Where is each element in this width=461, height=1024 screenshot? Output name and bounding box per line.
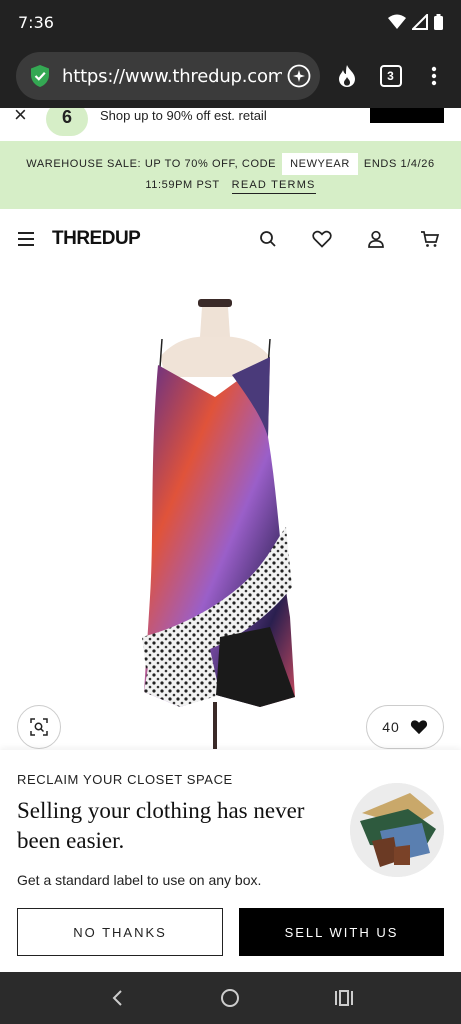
- product-image-area: 40: [0, 269, 461, 750]
- product-image[interactable]: [120, 297, 320, 749]
- cart-icon[interactable]: [417, 226, 443, 252]
- tab-count: 3: [379, 65, 402, 87]
- sale-time: 11:59PM PST: [145, 179, 220, 191]
- screen: 7:36 https://www.thredup.com/p 3 × 6 Sho…: [0, 0, 461, 1024]
- heart-icon[interactable]: [309, 226, 335, 252]
- top-promo-bar: × 6 Shop up to 90% off est. retail: [0, 108, 461, 141]
- sheet-heading: Selling your clothing has never been eas…: [17, 798, 305, 853]
- status-icons: [388, 14, 443, 30]
- recents-icon[interactable]: [329, 983, 359, 1013]
- sale-banner: WAREHOUSE SALE: UP TO 70% OFF, CODE NEWY…: [0, 141, 461, 209]
- wifi-icon: [388, 14, 406, 29]
- search-icon[interactable]: [255, 226, 281, 252]
- favorite-count: 40: [382, 719, 400, 735]
- visual-search-button[interactable]: [17, 705, 61, 749]
- account-icon[interactable]: [363, 226, 389, 252]
- sale-line: 11:59PM PST READ TERMS: [0, 179, 461, 194]
- sale-prefix: WAREHOUSE SALE: UP TO 70% OFF, CODE: [26, 158, 277, 170]
- assistant-icon[interactable]: [286, 63, 312, 89]
- url-text: https://www.thredup.com/p: [62, 65, 282, 87]
- sell-with-us-button[interactable]: SELL WITH US: [239, 908, 444, 956]
- tab-switcher-button[interactable]: 3: [374, 56, 408, 96]
- signal-icon: [412, 14, 428, 30]
- back-icon[interactable]: [102, 983, 132, 1013]
- sale-line: WAREHOUSE SALE: UP TO 70% OFF, CODE NEWY…: [0, 152, 461, 176]
- browser-toolbar: https://www.thredup.com/p 3: [0, 44, 461, 108]
- site-logo[interactable]: THREDUP: [52, 228, 141, 250]
- promo-code: NEWYEAR: [282, 153, 358, 175]
- sheet-kicker: RECLAIM YOUR CLOSET SPACE: [17, 772, 233, 787]
- status-bar: 7:36: [0, 0, 461, 44]
- clothing-pile-image: [350, 783, 444, 877]
- status-time: 7:36: [18, 12, 54, 32]
- overflow-menu-icon[interactable]: [417, 56, 451, 96]
- close-icon[interactable]: ×: [14, 108, 27, 128]
- home-icon[interactable]: [215, 983, 245, 1013]
- system-nav-bar: [0, 972, 461, 1024]
- address-bar[interactable]: https://www.thredup.com/p: [16, 52, 320, 100]
- battery-icon: [434, 14, 443, 30]
- visual-search-icon: [30, 718, 48, 736]
- fire-icon[interactable]: [330, 56, 364, 96]
- sale-ends: ENDS 1/4/26: [363, 158, 435, 170]
- site-header: THREDUP: [0, 209, 461, 269]
- promo-cta-button[interactable]: [370, 108, 444, 123]
- header-actions: [255, 226, 443, 252]
- menu-icon[interactable]: [18, 232, 34, 246]
- no-thanks-button[interactable]: NO THANKS: [17, 908, 223, 956]
- sheet-subtext: Get a standard label to use on any box.: [17, 872, 262, 888]
- heart-filled-icon: [410, 720, 427, 735]
- read-terms-link[interactable]: READ TERMS: [231, 179, 316, 194]
- sell-promo-sheet: RECLAIM YOUR CLOSET SPACE Selling your c…: [0, 750, 461, 972]
- promo-text: Shop up to 90% off est. retail: [100, 108, 267, 123]
- favorite-button[interactable]: 40: [366, 705, 444, 749]
- secure-shield-icon: [31, 65, 49, 87]
- promo-badge: 6: [46, 108, 88, 136]
